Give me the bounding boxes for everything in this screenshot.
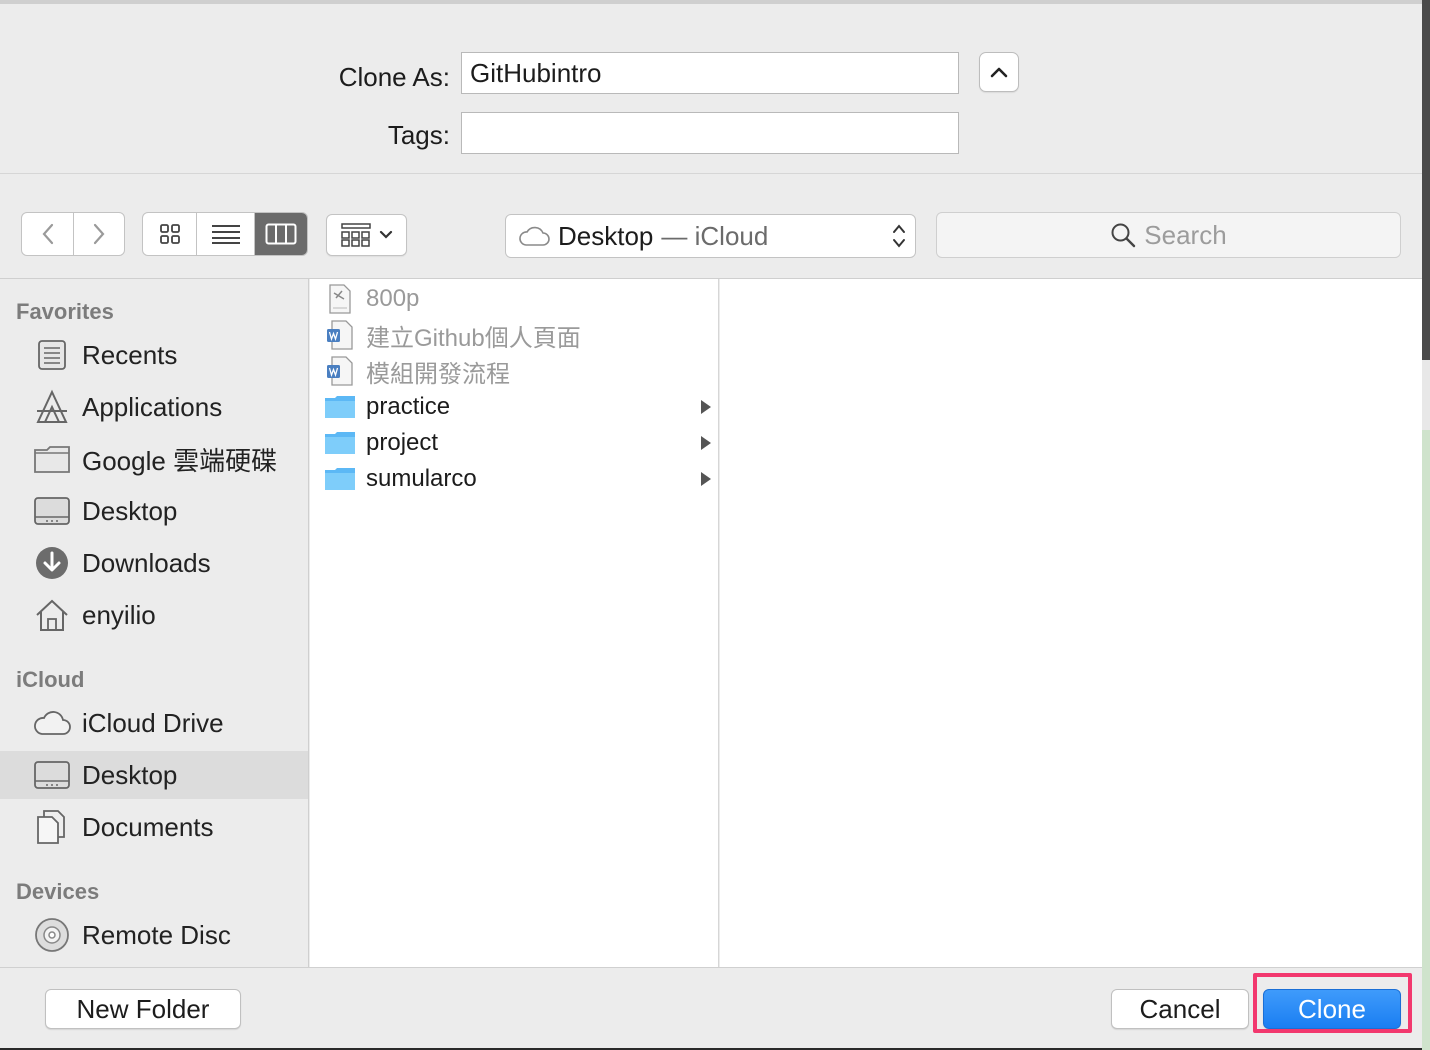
arrange-icon (340, 223, 371, 247)
document-icon (324, 283, 356, 315)
file-name: 800p (366, 285, 420, 312)
disc-icon (32, 915, 72, 955)
updown-chevron-icon (893, 224, 905, 248)
sidebar-item-label: iCloud Drive (82, 707, 224, 738)
save-form: Clone As: Tags: (0, 4, 1422, 174)
location-sub-label: — iCloud (661, 220, 769, 251)
file-name: sumularco (366, 465, 477, 492)
view-mode-segment (142, 212, 308, 256)
toolbar: Desktop — iCloud Search (0, 174, 1422, 279)
arrange-button[interactable] (326, 214, 407, 256)
file-name: practice (366, 393, 451, 420)
sidebar-item-remote-disc[interactable]: Remote Disc (0, 911, 308, 959)
folder-icon (324, 427, 356, 459)
word-document-icon (324, 319, 356, 351)
file-name: project (366, 429, 439, 456)
file-column: 800p 建立Github個人頁面 模組開發流程 practice projec… (310, 279, 719, 967)
sidebar-item-applications[interactable]: Applications (0, 383, 308, 431)
collapse-button[interactable] (979, 52, 1019, 92)
sidebar-item-label: Remote Disc (82, 919, 231, 950)
sidebar: Favorites Recents Applications Google 雲端… (0, 279, 309, 967)
documents-icon (32, 807, 72, 847)
favorites-heading: Favorites (16, 299, 114, 324)
list-item[interactable]: 模組開發流程 (310, 353, 718, 389)
clone-dialog: Clone As: Tags: (0, 0, 1422, 1048)
chevron-up-icon (990, 67, 1008, 78)
nav-buttons (21, 212, 125, 256)
button-bar: New Folder Cancel Clone (0, 967, 1422, 1048)
column-view-button[interactable] (255, 213, 307, 255)
location-label: Desktop (558, 220, 654, 251)
list-item[interactable]: sumularco (310, 461, 718, 497)
search-field[interactable]: Search (936, 212, 1401, 258)
list-icon (211, 225, 240, 244)
recents-icon (32, 335, 72, 375)
chevron-down-icon (379, 230, 392, 239)
forward-button[interactable] (74, 213, 124, 255)
list-item[interactable]: 建立Github個人頁面 (310, 317, 718, 353)
sidebar-item-label: Desktop (82, 495, 178, 526)
file-name: 模組開發流程 (366, 360, 510, 388)
sidebar-item-google-drive[interactable]: Google 雲端硬碟 (0, 435, 308, 483)
back-button[interactable] (22, 213, 74, 255)
list-item[interactable]: project (310, 425, 718, 461)
folder-icon (324, 391, 356, 423)
clone-as-field[interactable] (461, 52, 959, 94)
list-item[interactable]: practice (310, 389, 718, 425)
devices-heading: Devices (16, 879, 100, 904)
list-view-button[interactable] (197, 213, 255, 255)
word-document-icon (324, 355, 356, 387)
applications-icon (32, 387, 72, 427)
sidebar-item-label: Recents (82, 339, 178, 370)
search-icon (1111, 223, 1136, 248)
sidebar-item-label: Documents (82, 811, 214, 842)
cloud-icon (32, 703, 72, 743)
sidebar-item-icloud-desktop[interactable]: Desktop (0, 751, 308, 799)
preview-column (720, 279, 1422, 967)
chevron-left-icon (42, 223, 53, 245)
disclosure-arrow-icon (701, 400, 711, 414)
sidebar-item-desktop[interactable]: Desktop (0, 487, 308, 535)
sidebar-item-home[interactable]: enyilio (0, 591, 308, 639)
cancel-button[interactable]: Cancel (1111, 989, 1249, 1029)
sidebar-item-recents[interactable]: Recents (0, 331, 308, 379)
new-folder-button[interactable]: New Folder (45, 989, 241, 1029)
chevron-right-icon (93, 223, 105, 245)
downloads-icon (32, 543, 72, 583)
clone-as-label: Clone As: (338, 62, 450, 92)
sidebar-item-downloads[interactable]: Downloads (0, 539, 308, 587)
search-placeholder: Search (1144, 219, 1227, 250)
desktop-icon (32, 491, 72, 531)
tags-field[interactable] (461, 112, 959, 154)
sidebar-item-documents[interactable]: Documents (0, 803, 308, 851)
background-window-strip (1422, 0, 1430, 1050)
tags-label: Tags: (387, 120, 450, 150)
sidebar-item-label: Applications (82, 391, 223, 422)
disclosure-arrow-icon (701, 436, 711, 450)
grid-icon (159, 224, 180, 244)
sidebar-item-label: Desktop (82, 759, 178, 790)
cloud-icon (519, 226, 550, 246)
sidebar-item-label: Downloads (82, 547, 211, 578)
sidebar-item-label: Google 雲端硬碟 (82, 445, 278, 476)
folder-icon (324, 463, 356, 495)
sidebar-item-icloud-drive[interactable]: iCloud Drive (0, 699, 308, 747)
disclosure-arrow-icon (701, 472, 711, 486)
home-icon (32, 595, 72, 635)
clone-button-highlight (1253, 973, 1412, 1033)
file-name: 建立Github個人頁面 (366, 324, 581, 352)
icloud-heading: iCloud (16, 667, 85, 692)
list-item[interactable]: 800p (310, 281, 718, 317)
location-popup[interactable]: Desktop — iCloud (505, 214, 916, 258)
desktop-icon (32, 755, 72, 795)
sidebar-item-label: enyilio (82, 599, 156, 630)
icon-view-button[interactable] (143, 213, 197, 255)
folder-icon (32, 439, 72, 479)
columns-icon (265, 223, 297, 245)
